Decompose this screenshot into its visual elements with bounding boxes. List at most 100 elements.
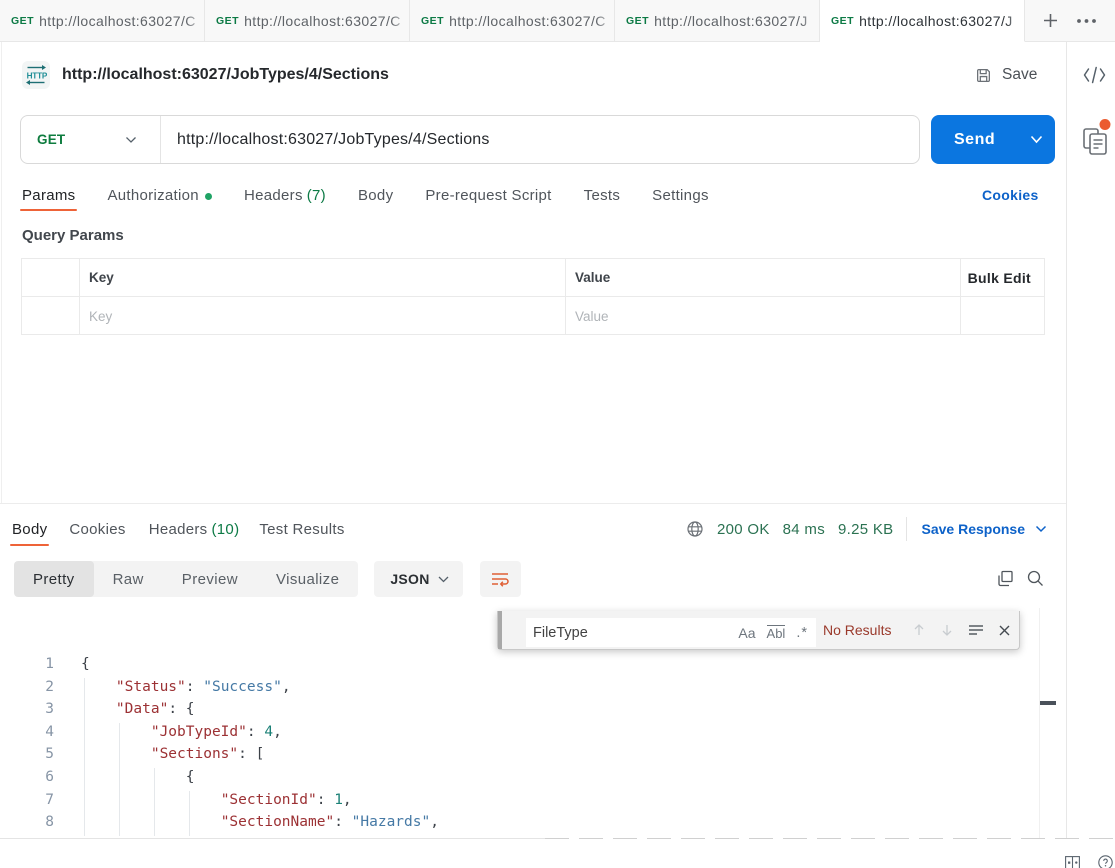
response-headers-count: (10) <box>211 521 239 538</box>
code-text: "Data": { <box>81 701 195 717</box>
split-pane-icon[interactable] <box>1065 856 1080 868</box>
find-query-text: FileType <box>533 625 588 641</box>
authorization-status-dot <box>205 193 212 200</box>
send-label: Send <box>954 131 995 149</box>
next-match-icon[interactable] <box>940 623 954 637</box>
response-tab-body[interactable]: Body <box>12 512 47 546</box>
response-action-icons <box>996 569 1045 588</box>
url-bar: GET http://localhost:63027/JobTypes/4/Se… <box>20 115 920 164</box>
tab-tests[interactable]: Tests <box>584 180 621 211</box>
tab-authorization-label: Authorization <box>107 187 198 204</box>
cookies-link[interactable]: Cookies <box>982 187 1039 203</box>
find-input[interactable]: FileType Aa Abl .* <box>526 618 816 647</box>
code-snippet-icon[interactable] <box>1082 65 1107 85</box>
request-title: http://localhost:63027/JobTypes/4/Sectio… <box>62 66 389 84</box>
query-params-title: Query Params <box>22 227 124 244</box>
value-input-cell[interactable]: Value <box>566 297 961 335</box>
request-tab-1[interactable]: GET http://localhost:63027/C <box>0 0 205 42</box>
tab-method-badge: GET <box>626 15 649 27</box>
tab-headers[interactable]: Headers(7) <box>244 180 326 211</box>
indent-guide <box>189 791 190 836</box>
response-tab-test-results[interactable]: Test Results <box>259 512 344 546</box>
request-tab-4[interactable]: GET http://localhost:63027/J <box>615 0 820 42</box>
plus-icon <box>1042 12 1059 29</box>
response-tab-cookies-label: Cookies <box>69 521 125 538</box>
response-tabs: Body Cookies Headers(10) Test Results <box>12 512 377 546</box>
tab-body[interactable]: Body <box>358 180 393 211</box>
code-text: "JobTypeId": 4, <box>81 724 282 740</box>
close-find-icon[interactable] <box>998 624 1011 637</box>
line-number: 5 <box>0 746 54 762</box>
format-dropdown[interactable]: JSON <box>374 561 462 597</box>
divider <box>906 517 907 541</box>
save-response-button[interactable]: Save Response <box>922 521 1048 537</box>
view-visualize-button[interactable]: Visualize <box>257 561 358 597</box>
split-panes-icon <box>1065 856 1080 868</box>
whole-word-toggle[interactable]: Abl <box>767 625 786 641</box>
line-number: 1 <box>0 656 54 672</box>
view-preview-button[interactable]: Preview <box>163 561 257 597</box>
save-button[interactable]: Save <box>975 64 1037 86</box>
request-tab-2[interactable]: GET http://localhost:63027/C <box>205 0 410 42</box>
save-response-label: Save Response <box>922 521 1026 537</box>
code-line: 8 "SectionName": "Hazards", <box>0 814 1066 837</box>
tab-method-badge: GET <box>831 15 854 27</box>
arrow-up-icon <box>912 623 926 637</box>
status-bar <box>0 839 1115 868</box>
tab-url-label: http://localhost:63027/C <box>39 13 196 29</box>
tab-url-label: http://localhost:63027/C <box>449 13 606 29</box>
match-case-toggle[interactable]: Aa <box>738 625 755 641</box>
send-options-chevron-icon[interactable] <box>1030 135 1043 144</box>
tab-authorization[interactable]: Authorization <box>107 180 211 211</box>
request-pane-edge <box>1 42 2 503</box>
tab-method-badge: GET <box>421 15 444 27</box>
tab-options-icon[interactable] <box>1076 12 1097 30</box>
view-mode-group: Pretty Raw Preview Visualize <box>14 561 358 597</box>
clipboard-icon <box>1082 117 1112 157</box>
code-text: "Status": "Success", <box>81 679 291 695</box>
new-tab-button[interactable] <box>1042 12 1059 29</box>
response-time[interactable]: 84 ms <box>783 521 825 538</box>
postman-app: GET http://localhost:63027/C GET http://… <box>0 0 1115 868</box>
regex-toggle[interactable]: .* <box>796 625 808 641</box>
request-tab-5-active[interactable]: GET http://localhost:63027/J <box>820 0 1025 42</box>
key-placeholder: Key <box>89 309 112 324</box>
help-icon[interactable] <box>1098 855 1113 868</box>
tab-prerequest-script[interactable]: Pre-request Script <box>425 180 551 211</box>
find-widget-grip[interactable] <box>498 611 502 649</box>
chevron-down-icon <box>1030 135 1043 144</box>
method-selector[interactable]: GET <box>21 116 160 163</box>
response-tab-headers[interactable]: Headers(10) <box>149 512 240 546</box>
tab-params[interactable]: Params <box>22 180 75 211</box>
send-button[interactable]: Send <box>931 115 1055 164</box>
line-number: 7 <box>0 792 54 808</box>
search-icon[interactable] <box>1026 569 1045 588</box>
arrow-down-icon <box>940 623 954 637</box>
tab-settings[interactable]: Settings <box>652 180 709 211</box>
response-status[interactable]: 200 OK <box>717 521 770 538</box>
response-size[interactable]: 9.25 KB <box>838 521 893 538</box>
request-tab-3[interactable]: GET http://localhost:63027/C <box>410 0 615 42</box>
url-input[interactable]: http://localhost:63027/JobTypes/4/Sectio… <box>177 131 490 149</box>
tab-params-label: Params <box>22 187 75 204</box>
documentation-icon[interactable] <box>1082 117 1112 157</box>
find-widget: FileType Aa Abl .* No Results <box>497 611 1020 650</box>
previous-match-icon[interactable] <box>912 623 926 637</box>
wrap-text-button[interactable] <box>480 561 521 597</box>
key-input-cell[interactable]: Key <box>80 297 566 335</box>
globe-icon[interactable] <box>686 520 704 538</box>
code-line: 1{ <box>0 656 1066 679</box>
selection-lines-icon <box>968 623 984 637</box>
copy-icon[interactable] <box>996 569 1015 588</box>
tab-body-label: Body <box>358 187 393 204</box>
bulk-edit-button[interactable]: Bulk Edit <box>968 270 1031 286</box>
workspace-tab-bar: GET http://localhost:63027/C GET http://… <box>0 0 1115 42</box>
save-label: Save <box>1002 66 1037 84</box>
find-in-selection-icon[interactable] <box>968 623 984 637</box>
code-text: { <box>81 769 195 785</box>
pane-divider[interactable] <box>0 503 1066 504</box>
view-raw-button[interactable]: Raw <box>94 561 163 597</box>
code-line: 3 "Data": { <box>0 701 1066 724</box>
response-tab-cookies[interactable]: Cookies <box>69 512 125 546</box>
view-pretty-button[interactable]: Pretty <box>14 561 94 597</box>
